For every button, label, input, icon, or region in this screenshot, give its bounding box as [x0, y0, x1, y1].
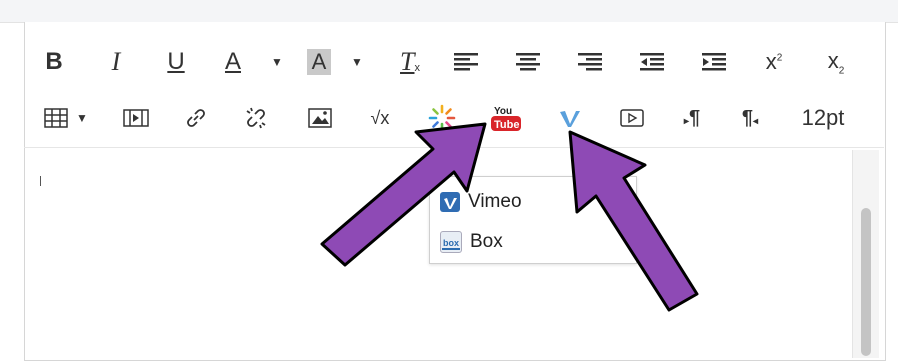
clear-x-icon: x — [414, 62, 420, 74]
film-icon — [123, 109, 149, 127]
link-icon — [187, 109, 205, 127]
text-caret — [40, 176, 41, 186]
video-button[interactable] — [614, 96, 650, 140]
indent-button[interactable] — [696, 40, 732, 84]
rich-text-editor-screen: B I U A ▼ A ▼ T x x2 x2 ▼ √x You Tube ▸¶… — [0, 0, 898, 364]
bold-button[interactable]: B — [36, 40, 72, 84]
vimeo-button[interactable] — [552, 96, 588, 140]
clear-format-button[interactable]: T x — [392, 40, 428, 84]
caret-down-icon: ▼ — [271, 55, 283, 69]
caret-down-icon: ▼ — [351, 55, 363, 69]
rtl-direction-button[interactable]: ¶◂ — [732, 96, 768, 140]
toolbar-divider — [24, 147, 884, 148]
paragraph-ltr-icon: ▸¶ — [683, 106, 701, 129]
top-divider-strip — [0, 0, 898, 23]
toolbar-row-formatting: B I U A ▼ A ▼ T x x2 x2 — [26, 40, 876, 84]
highlight-label: A — [311, 49, 327, 74]
editor-scrollbar[interactable] — [852, 150, 879, 358]
subscript-icon: x2 — [827, 47, 845, 77]
image-icon — [308, 108, 332, 128]
bold-label: B — [45, 48, 63, 75]
outdent-icon — [640, 53, 664, 71]
table-icon — [44, 108, 68, 128]
svg-text:Tube: Tube — [494, 119, 519, 131]
square-root-icon: √x — [370, 107, 390, 128]
ltr-direction-button[interactable]: ▸¶ — [674, 96, 710, 140]
equation-button[interactable]: √x — [360, 96, 400, 140]
menu-item-label: Box — [470, 231, 503, 252]
align-right-icon — [578, 53, 602, 71]
menu-item-box[interactable]: box Box — [430, 223, 636, 261]
vimeo-icon — [560, 111, 580, 127]
youtube-button[interactable]: You Tube — [486, 96, 526, 140]
align-center-button[interactable] — [510, 40, 546, 84]
media-embed-menu: Vimeo box Box — [429, 176, 637, 264]
italic-button[interactable]: I — [98, 40, 134, 84]
vimeo-icon — [440, 192, 460, 212]
superscript-button[interactable]: x2 — [756, 40, 792, 84]
highlight-color-button[interactable]: A — [302, 40, 336, 84]
highlight-color-dropdown[interactable]: ▼ — [346, 40, 368, 84]
menu-item-label: Vimeo — [468, 191, 522, 212]
table-dropdown[interactable]: ▼ — [74, 96, 90, 140]
media-embed-button[interactable] — [118, 96, 154, 140]
font-size-value: 12pt — [801, 105, 845, 130]
paragraph-rtl-icon: ¶◂ — [741, 106, 759, 129]
indent-icon — [702, 53, 726, 71]
underline-button[interactable]: U — [158, 40, 194, 84]
superscript-icon: x2 — [765, 49, 783, 74]
play-icon — [620, 109, 644, 127]
align-left-icon — [454, 53, 478, 71]
text-color-button[interactable]: A — [214, 40, 252, 84]
scrollbar-thumb[interactable] — [861, 208, 871, 356]
apps-burst-button[interactable] — [424, 96, 460, 140]
italic-label: I — [111, 47, 121, 76]
image-button[interactable] — [302, 96, 338, 140]
align-center-icon — [516, 53, 540, 71]
box-icon: box — [440, 231, 462, 253]
toolbar-row-insert: ▼ √x You Tube ▸¶ ¶◂ 12pt — [26, 96, 876, 140]
svg-text:You: You — [494, 106, 512, 117]
svg-text:box: box — [443, 238, 459, 248]
highlight-swatch: A — [306, 49, 332, 75]
caret-down-icon: ▼ — [76, 111, 88, 125]
font-size-select[interactable]: 12pt — [792, 96, 854, 140]
text-color-dropdown[interactable]: ▼ — [266, 40, 288, 84]
outdent-button[interactable] — [634, 40, 670, 84]
text-color-label: A — [224, 48, 241, 75]
unlink-button[interactable] — [238, 96, 274, 140]
link-button[interactable] — [178, 96, 214, 140]
subscript-button[interactable]: x2 — [818, 40, 854, 84]
menu-item-vimeo[interactable]: Vimeo — [430, 183, 636, 221]
align-left-button[interactable] — [448, 40, 484, 84]
colorful-burst-icon — [428, 104, 456, 132]
underline-label: U — [167, 48, 185, 75]
align-right-button[interactable] — [572, 40, 608, 84]
table-button[interactable] — [36, 96, 76, 140]
unlink-icon — [246, 107, 266, 129]
youtube-icon: You Tube — [491, 106, 521, 131]
clear-format-label: T — [400, 47, 415, 76]
